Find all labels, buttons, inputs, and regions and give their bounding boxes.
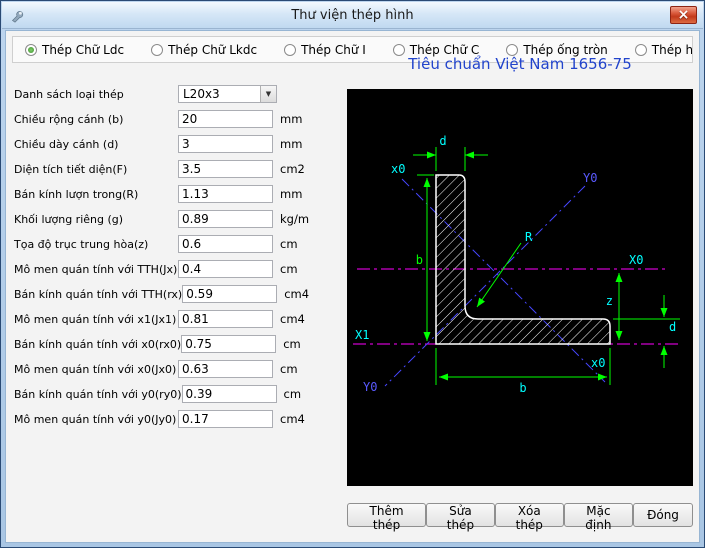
chevron-down-icon[interactable]: ▼: [260, 86, 276, 102]
field-label: Diện tích tiết diện(F): [14, 163, 178, 176]
form-row: Bán kính lượn trong(R) mm: [14, 185, 309, 203]
field-unit: cm: [284, 387, 302, 401]
form-row: Chiều rộng cánh (b) mm: [14, 110, 309, 128]
edit-steel-button[interactable]: Sửa thép: [426, 503, 495, 527]
x0-diagonal-axis-line: [402, 179, 605, 382]
action-buttons: Thêm thépSửa thépXóa thépMặc địnhĐóng: [347, 503, 693, 527]
field-label: Mô men quán tính với TTH(Jx): [14, 263, 178, 276]
field-input-5[interactable]: [178, 210, 273, 228]
field-label: Chiều rộng cánh (b): [14, 113, 178, 126]
field-unit: cm: [283, 337, 301, 351]
form-row: Bán kính quán tính với TTH(rx) cm4: [14, 285, 309, 303]
field-unit: cm: [280, 362, 298, 376]
axis-label-x0-diag-top: x0: [391, 162, 405, 176]
field-input-3[interactable]: [178, 160, 273, 178]
form-row: Tọa độ trục trung hòa(z) cm: [14, 235, 309, 253]
field-label: Bán kính quán tính với y0(ry0): [14, 388, 182, 401]
angle-section-shape: [436, 175, 610, 344]
dialog-body: Thép Chữ LdcThép Chữ LkdcThép Chữ IThép …: [5, 30, 700, 543]
field-input-2[interactable]: [178, 135, 273, 153]
standard-title: Tiêu chuẩn Việt Nam 1656-75: [347, 55, 693, 73]
radio-label: Thép Chữ Ldc: [42, 43, 124, 57]
dialog-window: Thư viện thép hình × Thép Chữ Ldc Thép Ch…: [0, 0, 705, 548]
radio-circle-icon: [393, 44, 405, 56]
axis-label-y0-diag-bottom: Y0: [363, 380, 377, 394]
field-input-10[interactable]: [181, 335, 276, 353]
field-input-8[interactable]: [182, 285, 277, 303]
axis-label-y0-diag-top: Y0: [583, 171, 597, 185]
field-input-7[interactable]: [178, 260, 273, 278]
form-row: Danh sách loại thép L20x3 ▼: [14, 85, 309, 103]
field-label: Tọa độ trục trung hòa(z): [14, 238, 178, 251]
form-row: Mô men quán tính với x1(Jx1) cm4: [14, 310, 309, 328]
radio-circle-icon: [506, 44, 518, 56]
field-input-11[interactable]: [178, 360, 273, 378]
delete-steel-button[interactable]: Xóa thép: [495, 503, 564, 527]
field-unit: mm: [280, 112, 302, 126]
field-unit: kg/m: [280, 212, 309, 226]
dim-label-right-d: d: [669, 320, 676, 334]
section-diagram: d b R z d b X0 X1 x0 x0: [347, 89, 693, 486]
y0-diagonal-axis-line: [385, 186, 585, 386]
radio-label: Thép Chữ Lkdc: [168, 43, 257, 57]
steel-type-dropdown[interactable]: L20x3 ▼: [178, 85, 277, 103]
radio-circle-icon: [284, 44, 296, 56]
axis-label-x0: X0: [629, 253, 643, 267]
field-input-13[interactable]: [178, 410, 273, 428]
field-label: Danh sách loại thép: [14, 88, 178, 101]
window-title: Thư viện thép hình: [2, 8, 703, 23]
dropdown-value: L20x3: [183, 87, 220, 101]
field-unit: cm: [280, 262, 298, 276]
radio-shape-type-0[interactable]: Thép Chữ Ldc: [25, 43, 124, 57]
dim-label-z: z: [606, 294, 613, 308]
radio-circle-icon: [25, 44, 37, 56]
titlebar: Thư viện thép hình ×: [2, 2, 703, 29]
axis-label-x0-diag-bottom: x0: [591, 356, 605, 370]
field-label: Bán kính quán tính với x0(rx0): [14, 338, 181, 351]
field-input-12[interactable]: [182, 385, 277, 403]
dim-label-bottom-b: b: [519, 381, 526, 395]
dim-label-radius: R: [525, 230, 533, 244]
field-unit: mm: [280, 187, 302, 201]
field-unit: cm4: [280, 312, 305, 326]
form-row: Mô men quán tính với y0(Jy0) cm4: [14, 410, 309, 428]
form-row: Diện tích tiết diện(F) cm2: [14, 160, 309, 178]
form-fields: Danh sách loại thép L20x3 ▼ Chiều rộng cánh…: [14, 85, 309, 428]
form-row: Bán kính quán tính với y0(ry0) cm: [14, 385, 309, 403]
field-unit: cm: [280, 237, 298, 251]
field-unit: cm2: [280, 162, 305, 176]
form-row: Mô men quán tính với x0(Jx0) cm: [14, 360, 309, 378]
field-label: Khối lượng riêng (g): [14, 213, 178, 226]
dim-label-left-b: b: [416, 253, 423, 267]
field-label: Bán kính lượn trong(R): [14, 188, 178, 201]
form-row: Khối lượng riêng (g) kg/m: [14, 210, 309, 228]
field-input-1[interactable]: [178, 110, 273, 128]
radio-circle-icon: [151, 44, 163, 56]
field-input-4[interactable]: [178, 185, 273, 203]
form-row: Bán kính quán tính với x0(rx0) cm: [14, 335, 309, 353]
field-unit: mm: [280, 137, 302, 151]
axis-label-x1: X1: [355, 328, 369, 342]
field-unit: cm4: [284, 287, 309, 301]
form-row: Chiều dày cánh (d) mm: [14, 135, 309, 153]
field-label: Mô men quán tính với y0(Jy0): [14, 413, 178, 426]
field-input-6[interactable]: [178, 235, 273, 253]
radius-leader-line: [477, 243, 521, 307]
field-label: Chiều dày cánh (d): [14, 138, 178, 151]
radio-circle-icon: [635, 44, 647, 56]
field-label: Bán kính quán tính với TTH(rx): [14, 288, 182, 301]
field-label: Mô men quán tính với x0(Jx0): [14, 363, 178, 376]
form-row: Mô men quán tính với TTH(Jx) cm: [14, 260, 309, 278]
section-drawing-canvas: d b R z d b X0 X1 x0 x0: [347, 89, 693, 486]
field-label: Mô men quán tính với x1(Jx1): [14, 313, 178, 326]
dim-label-top-d: d: [439, 134, 446, 148]
field-unit: cm4: [280, 412, 305, 426]
radio-shape-type-1[interactable]: Thép Chữ Lkdc: [151, 43, 257, 57]
close-button[interactable]: ×: [670, 6, 697, 24]
default-button[interactable]: Mặc định: [564, 503, 633, 527]
close-dialog-button[interactable]: Đóng: [633, 503, 693, 527]
add-steel-button[interactable]: Thêm thép: [347, 503, 426, 527]
field-input-9[interactable]: [178, 310, 273, 328]
